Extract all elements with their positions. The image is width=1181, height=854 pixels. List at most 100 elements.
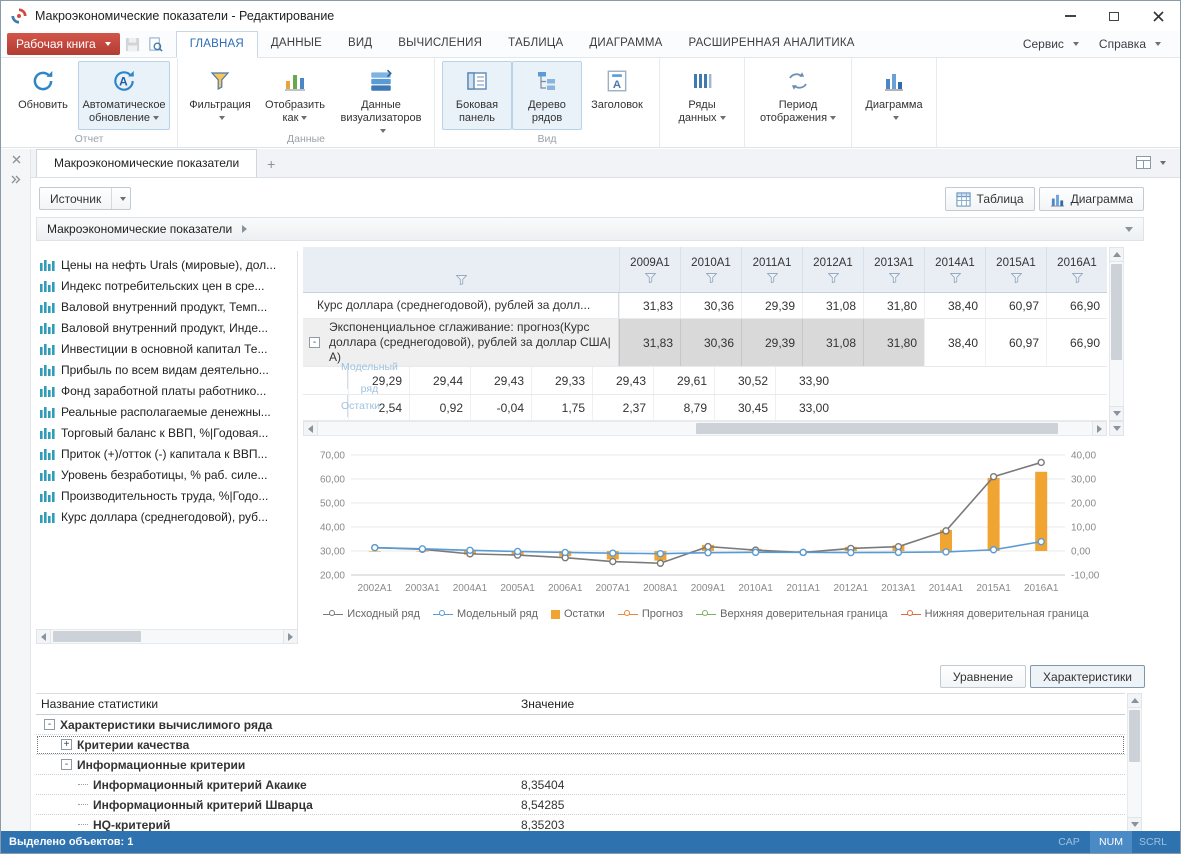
- table-cell[interactable]: 38,40: [924, 293, 985, 318]
- scroll-thumb[interactable]: [1129, 710, 1140, 762]
- column-header[interactable]: 2010A1: [680, 247, 741, 292]
- table-cell[interactable]: 31,80: [863, 293, 924, 318]
- ribbon-tab[interactable]: ВИД: [335, 31, 385, 58]
- stats-row[interactable]: -Характеристики вычислимого ряда: [36, 715, 1125, 735]
- display-period-button[interactable]: Период отображения: [752, 61, 844, 130]
- collapse-toggle[interactable]: -: [309, 337, 320, 348]
- table-cell[interactable]: 31,83: [619, 293, 680, 318]
- legend-item[interactable]: Остатки: [551, 608, 605, 620]
- table-view-button[interactable]: Таблица: [945, 187, 1035, 211]
- table-cell[interactable]: 66,90: [1046, 319, 1107, 366]
- workbook-menu-button[interactable]: Рабочая книга: [7, 33, 120, 55]
- auto-refresh-button[interactable]: A Автоматическое обновление: [78, 61, 170, 130]
- filter-funnel-icon[interactable]: [456, 275, 467, 285]
- table-cell[interactable]: -0,04: [470, 395, 531, 420]
- stats-row[interactable]: -Информационные критерии: [36, 755, 1125, 775]
- tree-item[interactable]: Валовой внутренний продукт, Инде...: [36, 317, 297, 338]
- table-cell[interactable]: 31,08: [802, 319, 863, 366]
- filter-funnel-icon[interactable]: [889, 273, 900, 283]
- table-cell[interactable]: 31,83: [619, 319, 680, 366]
- tree-item[interactable]: Валовой внутренний продукт, Темп...: [36, 296, 297, 317]
- column-header[interactable]: 2015A1: [985, 247, 1046, 292]
- table-vertical-scrollbar[interactable]: [1109, 247, 1124, 421]
- table-cell[interactable]: 8,79: [653, 395, 714, 420]
- scroll-right-button[interactable]: [283, 629, 298, 644]
- scroll-up-button[interactable]: [1109, 247, 1124, 262]
- legend-item[interactable]: Исходный ряд: [323, 608, 420, 620]
- column-header[interactable]: 2016A1: [1046, 247, 1107, 292]
- table-cell[interactable]: 30,36: [680, 319, 741, 366]
- scrollbar-corner[interactable]: [1109, 421, 1124, 436]
- stats-row[interactable]: Информационный критерий Шварца8,54285: [36, 795, 1125, 815]
- chevron-down-icon[interactable]: [1160, 161, 1166, 165]
- source-button[interactable]: Источник: [39, 187, 131, 210]
- header-button[interactable]: A Заголовок: [582, 61, 652, 127]
- help-menu[interactable]: Справка: [1090, 37, 1170, 51]
- close-button[interactable]: [1136, 1, 1180, 31]
- table-cell[interactable]: 60,97: [985, 319, 1046, 366]
- scroll-track[interactable]: [1127, 708, 1142, 817]
- scroll-track[interactable]: [51, 629, 283, 644]
- stats-toggle[interactable]: -: [61, 759, 72, 770]
- tree-item[interactable]: Уровень безработицы, % раб. силе...: [36, 464, 297, 485]
- visualizer-data-button[interactable]: Данные визуализаторов: [335, 61, 427, 144]
- row-label-cell[interactable]: Модельный ряд: [303, 367, 348, 389]
- filter-funnel-icon[interactable]: [828, 273, 839, 283]
- tree-item[interactable]: Индекс потребительских цен в сре...: [36, 275, 297, 296]
- scroll-up-button[interactable]: [1127, 693, 1142, 708]
- tree-item[interactable]: Реальные располагаемые денежны...: [36, 401, 297, 422]
- column-header-series[interactable]: [303, 247, 619, 292]
- column-header[interactable]: 2009A1: [619, 247, 680, 292]
- legend-item[interactable]: Верхняя доверительная граница: [696, 608, 888, 620]
- ribbon-tab[interactable]: ДИАГРАММА: [576, 31, 675, 58]
- scroll-left-button[interactable]: [303, 421, 318, 436]
- table-cell[interactable]: 31,80: [863, 319, 924, 366]
- document-tab[interactable]: Макроэкономические показатели: [36, 149, 257, 177]
- breadcrumb[interactable]: Макроэкономические показатели: [36, 217, 1144, 241]
- save-button[interactable]: [123, 34, 143, 54]
- tree-item[interactable]: Курс доллара (среднегодовой), руб...: [36, 506, 297, 527]
- table-cell[interactable]: 60,97: [985, 293, 1046, 318]
- scroll-track[interactable]: [318, 421, 1092, 436]
- table-cell[interactable]: 33,00: [775, 395, 836, 420]
- scroll-right-button[interactable]: [1092, 421, 1107, 436]
- table-cell[interactable]: 38,40: [924, 319, 985, 366]
- column-header[interactable]: 2011A1: [741, 247, 802, 292]
- side-panel-button[interactable]: Боковая панель: [442, 61, 512, 130]
- filter-button[interactable]: Фильтрация: [185, 61, 255, 130]
- stats-toggle[interactable]: +: [61, 739, 72, 750]
- scroll-down-button[interactable]: [1127, 817, 1142, 832]
- stats-vertical-scrollbar[interactable]: [1127, 693, 1142, 832]
- tree-item[interactable]: Прибыль по всем видам деятельно...: [36, 359, 297, 380]
- tree-item[interactable]: Торговый баланс к ВВП, %|Годовая...: [36, 422, 297, 443]
- ribbon-tab[interactable]: ДАННЫЕ: [258, 31, 335, 58]
- tree-item[interactable]: Инвестиции в основной капитал Те...: [36, 338, 297, 359]
- expand-panel-button[interactable]: [1, 169, 31, 189]
- display-as-button[interactable]: Отобразить как: [255, 61, 335, 130]
- tree-horizontal-scrollbar[interactable]: [36, 629, 298, 644]
- scroll-left-button[interactable]: [36, 629, 51, 644]
- scroll-thumb[interactable]: [53, 631, 141, 642]
- table-cell[interactable]: 66,90: [1046, 293, 1107, 318]
- filter-funnel-icon[interactable]: [645, 273, 656, 283]
- maximize-button[interactable]: [1092, 1, 1136, 31]
- row-label-cell[interactable]: Курс доллара (среднегодовой), рублей за …: [303, 293, 619, 318]
- filter-funnel-icon[interactable]: [767, 273, 778, 283]
- refresh-button[interactable]: Обновить: [8, 61, 78, 127]
- filter-funnel-icon[interactable]: [706, 273, 717, 283]
- ribbon-tab[interactable]: РАСШИРЕННАЯ АНАЛИТИКА: [676, 31, 868, 58]
- table-cell[interactable]: 30,52: [714, 367, 775, 394]
- table-cell[interactable]: 33,90: [775, 367, 836, 394]
- new-tab-button[interactable]: +: [257, 151, 285, 177]
- series-tree-button[interactable]: Дерево рядов: [512, 61, 582, 130]
- equation-button[interactable]: Уравнение: [940, 665, 1026, 688]
- legend-item[interactable]: Нижняя доверительная граница: [901, 608, 1089, 620]
- service-menu[interactable]: Сервис: [1014, 37, 1088, 51]
- scroll-thumb[interactable]: [1111, 264, 1122, 360]
- table-cell[interactable]: 29,33: [531, 367, 592, 394]
- data-series-button[interactable]: Ряды данных: [667, 61, 737, 130]
- table-cell[interactable]: 29,43: [592, 367, 653, 394]
- tree-item[interactable]: Приток (+)/отток (-) капитала к ВВП...: [36, 443, 297, 464]
- column-header[interactable]: 2014A1: [924, 247, 985, 292]
- ribbon-tab[interactable]: ГЛАВНАЯ: [176, 31, 258, 58]
